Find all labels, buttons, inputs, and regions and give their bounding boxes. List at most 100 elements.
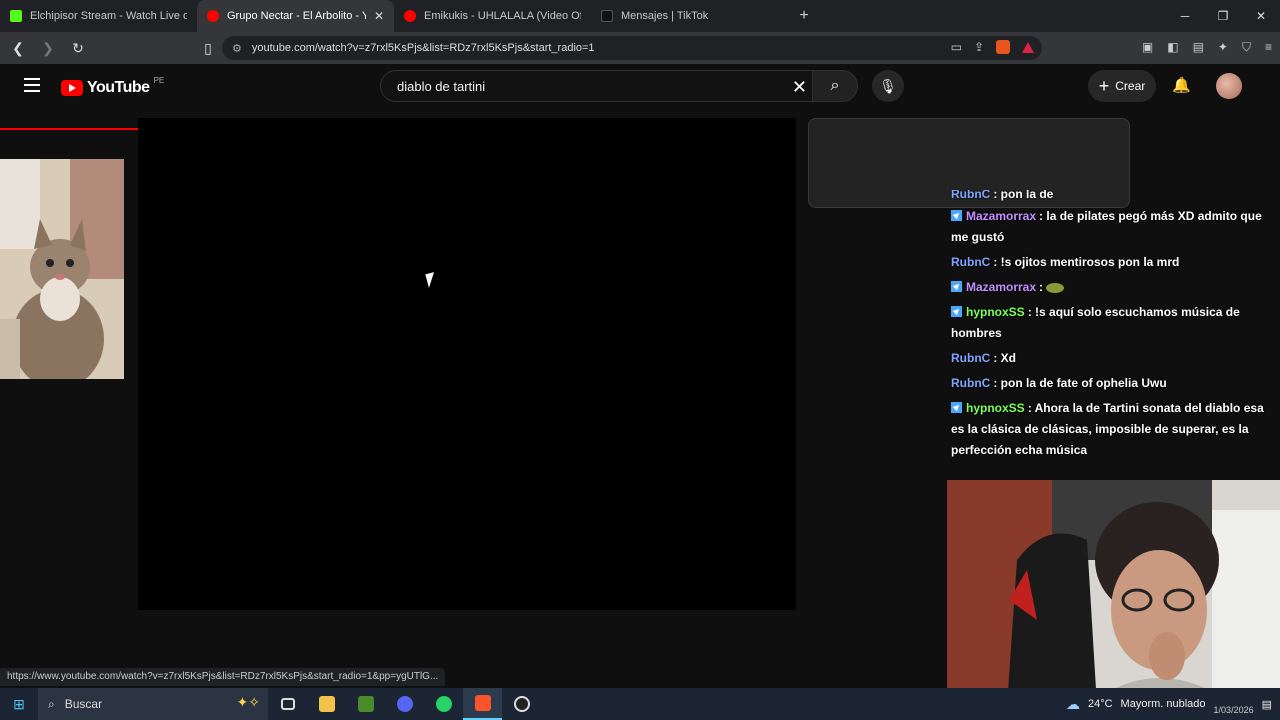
close-window-icon[interactable]: ✕: [1242, 0, 1280, 32]
url-text: youtube.com/watch?v=z7rxl5KsPjs&list=RDz…: [251, 42, 595, 54]
create-label: Crear: [1115, 79, 1146, 93]
voice-search-button[interactable]: 🎙: [872, 70, 904, 102]
logo-text: YouTube: [87, 79, 150, 96]
youtube-icon: [207, 10, 219, 22]
back-icon[interactable]: ❮: [6, 40, 30, 57]
search-value: diablo de tartini: [397, 78, 486, 94]
chat-message: RubnC: !s ojitos mentirosos pon la mrd: [947, 250, 1280, 275]
whatsapp-icon[interactable]: [424, 688, 463, 720]
chat-message-partial: RubnC: pon la de: [947, 190, 1280, 204]
menu-icon[interactable]: ≡: [1265, 40, 1272, 55]
minecraft-icon[interactable]: [346, 688, 385, 720]
address-bar-actions: ▭ ⇪: [951, 40, 1034, 54]
search-button[interactable]: ⌕: [812, 70, 858, 102]
tab-youtube-active[interactable]: Grupo Nectar - El Arbolito - You ✕: [197, 0, 394, 32]
youtube-logo[interactable]: YouTube PE: [61, 75, 165, 97]
chat-text: :: [1039, 280, 1044, 294]
badge-icon: [951, 306, 962, 317]
brave-shields-icon[interactable]: [996, 40, 1010, 54]
chat-text: : pon la de fate of ophelia Uwu: [993, 376, 1167, 390]
region-code: PE: [153, 75, 165, 85]
extension-icons: ▣ ◧ ▤ ✦ ⛉ ≡: [1142, 40, 1272, 55]
streamer-image: [947, 480, 1280, 706]
tab-kick-stream[interactable]: Elchipisor Stream - Watch Live on: [0, 0, 197, 32]
weather-icon: ☁: [1065, 695, 1080, 712]
system-tray: ☁ 24°C Mayorm. nublado 1/03/2026 ▤: [1066, 688, 1280, 720]
bookmark-icon[interactable]: ▯: [196, 40, 220, 57]
chat-message: Mazamorrax: la de pilates pegó más XD ad…: [947, 204, 1280, 250]
chat-text: : !s ojitos mentirosos pon la mrd: [993, 255, 1180, 269]
minimize-icon[interactable]: ─: [1166, 0, 1204, 32]
chat-username: RubnC: [951, 255, 991, 269]
chat-username: hypnoxSS: [966, 305, 1025, 319]
stream-chat: RubnC: pon la de Mazamorrax: la de pilat…: [947, 190, 1280, 463]
emote-icon: [1046, 282, 1065, 293]
create-button[interactable]: + Crear: [1088, 70, 1156, 102]
microphone-icon: 🎙: [879, 78, 897, 94]
youtube-play-icon: [61, 80, 83, 96]
file-explorer-icon[interactable]: [307, 688, 346, 720]
date-text: 1/03/2026: [1213, 705, 1254, 715]
vpn-icon[interactable]: ⛉: [1242, 40, 1251, 55]
chat-message: RubnC: Xd: [947, 346, 1280, 371]
clear-search-icon[interactable]: ✕: [792, 77, 807, 98]
chat-message: Mazamorrax:: [947, 275, 1280, 300]
tab-title: Grupo Nectar - El Arbolito - You: [227, 10, 366, 22]
badge-icon: [951, 281, 962, 292]
task-view-icon[interactable]: [268, 688, 307, 720]
wallet-icon[interactable]: ▤: [1193, 40, 1204, 55]
media-icon[interactable]: ▣: [1142, 40, 1153, 55]
chat-username: hypnoxSS: [966, 401, 1025, 415]
tab-youtube-emikukis[interactable]: Emikukis - UHLALALA (Video Oficial): [394, 0, 591, 32]
tab-tiktok[interactable]: Mensajes | TikTok: [591, 0, 788, 32]
browser-toolbar: ❮ ❯ ↻ ▯ ⚙ youtube.com/watch?v=z7rxl5KsPj…: [0, 32, 1280, 64]
brave-rewards-icon[interactable]: [1022, 41, 1034, 53]
site-info-icon[interactable]: ⚙: [232, 42, 242, 55]
status-url: https://www.youtube.com/watch?v=z7rxl5Ks…: [0, 668, 446, 686]
chat-username: RubnC: [951, 190, 991, 201]
search-icon: ⌕: [830, 77, 840, 94]
restore-icon[interactable]: ❐: [1204, 0, 1242, 32]
youtube-icon: [404, 10, 416, 22]
video-player[interactable]: [138, 118, 796, 610]
cast-icon[interactable]: ▭: [951, 40, 962, 54]
obs-icon[interactable]: [502, 688, 541, 720]
streamer-webcam: [947, 480, 1280, 706]
chat-username: Mazamorrax: [966, 280, 1037, 294]
extensions-icon[interactable]: ✦: [1218, 40, 1228, 55]
window-controls: ─ ❐ ✕: [1166, 0, 1280, 32]
notification-center-icon[interactable]: ▤: [1262, 698, 1272, 711]
reload-icon[interactable]: ↻: [66, 40, 90, 57]
badge-icon: [951, 210, 962, 221]
brave-browser-icon[interactable]: [463, 688, 502, 720]
discord-icon[interactable]: [385, 688, 424, 720]
sidebar-icon[interactable]: ◧: [1167, 40, 1178, 55]
weather-text: Mayorm. nublado: [1120, 698, 1206, 710]
new-tab-button[interactable]: +: [792, 7, 816, 25]
tab-title: Mensajes | TikTok: [621, 10, 709, 22]
tiktok-icon: [601, 10, 613, 22]
avatar[interactable]: [1216, 73, 1242, 99]
windows-taskbar: ⊞ ⌕ Buscar ✦✧ ☁ 24°C Mayorm. nublado 1/0…: [0, 688, 1280, 720]
kick-icon: [10, 10, 22, 22]
chat-username: RubnC: [951, 376, 991, 390]
chat-username: Mazamorrax: [966, 209, 1037, 223]
close-tab-icon[interactable]: ✕: [374, 9, 384, 23]
notifications-icon[interactable]: 🔔: [1172, 76, 1191, 94]
cat-image: [0, 159, 124, 379]
search-input[interactable]: diablo de tartini ✕: [380, 70, 820, 102]
tab-title: Emikukis - UHLALALA (Video Oficial): [424, 10, 581, 22]
badge-icon: [951, 402, 962, 413]
temperature: 24°C: [1087, 698, 1113, 710]
taskbar-search[interactable]: ⌕ Buscar ✦✧: [38, 688, 268, 720]
chat-text: : pon la de: [993, 190, 1054, 201]
search-icon: ⌕: [48, 696, 55, 711]
share-icon[interactable]: ⇪: [974, 40, 984, 54]
chat-text: : Xd: [993, 351, 1016, 365]
forward-icon[interactable]: ❯: [36, 40, 60, 57]
address-bar[interactable]: ⚙ youtube.com/watch?v=z7rxl5KsPjs&list=R…: [222, 36, 1042, 60]
windows-start-icon[interactable]: ⊞: [0, 696, 38, 713]
cat-video-overlay: [0, 159, 124, 379]
browser-tab-strip: Elchipisor Stream - Watch Live on Grupo …: [0, 0, 1280, 32]
guide-menu-icon[interactable]: [24, 78, 40, 92]
